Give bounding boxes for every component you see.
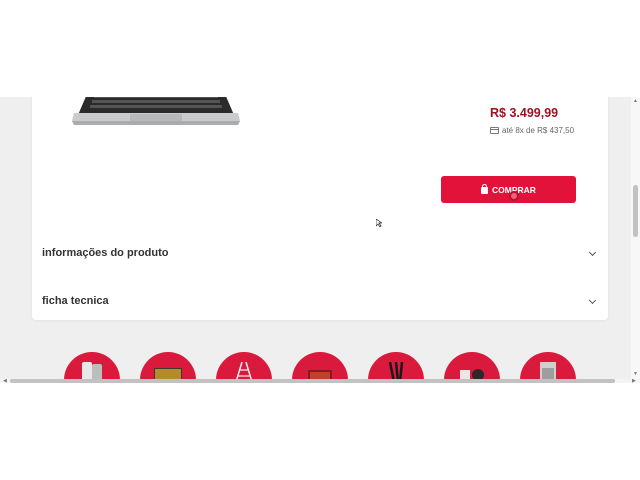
vertical-scrollbar[interactable] bbox=[631, 97, 640, 379]
accordion-product-info[interactable]: informações do produto bbox=[32, 236, 608, 270]
horizontal-scrollbar-thumb[interactable] bbox=[10, 379, 615, 383]
installment-text: até 8x de R$ 437,50 bbox=[502, 126, 575, 135]
scroll-left-icon[interactable]: ◀ bbox=[3, 378, 7, 383]
laptop-image bbox=[72, 97, 240, 125]
chevron-down-icon bbox=[588, 248, 597, 256]
click-indicator bbox=[509, 191, 519, 201]
accordion-label: informações do produto bbox=[42, 247, 169, 259]
horizontal-scrollbar[interactable] bbox=[0, 379, 640, 383]
shopping-bag-icon bbox=[481, 184, 489, 194]
vertical-scrollbar-thumb[interactable] bbox=[633, 185, 638, 237]
accordion-label: ficha tecnica bbox=[42, 295, 109, 307]
page-viewport: R$ 3.499,99 até 8x de R$ 437,50 COMPRAR … bbox=[0, 97, 640, 383]
credit-card-icon bbox=[490, 127, 499, 134]
mouse-pointer-icon bbox=[376, 219, 382, 227]
scroll-down-icon[interactable]: ▼ bbox=[633, 371, 638, 377]
installment-info: até 8x de R$ 437,50 bbox=[490, 126, 574, 135]
chevron-down-icon bbox=[588, 296, 597, 304]
buy-button[interactable]: COMPRAR bbox=[441, 176, 576, 203]
scroll-up-icon[interactable]: ▲ bbox=[633, 98, 638, 104]
accordion-technical-sheet[interactable]: ficha tecnica bbox=[32, 284, 608, 318]
product-price: R$ 3.499,99 bbox=[490, 106, 559, 120]
